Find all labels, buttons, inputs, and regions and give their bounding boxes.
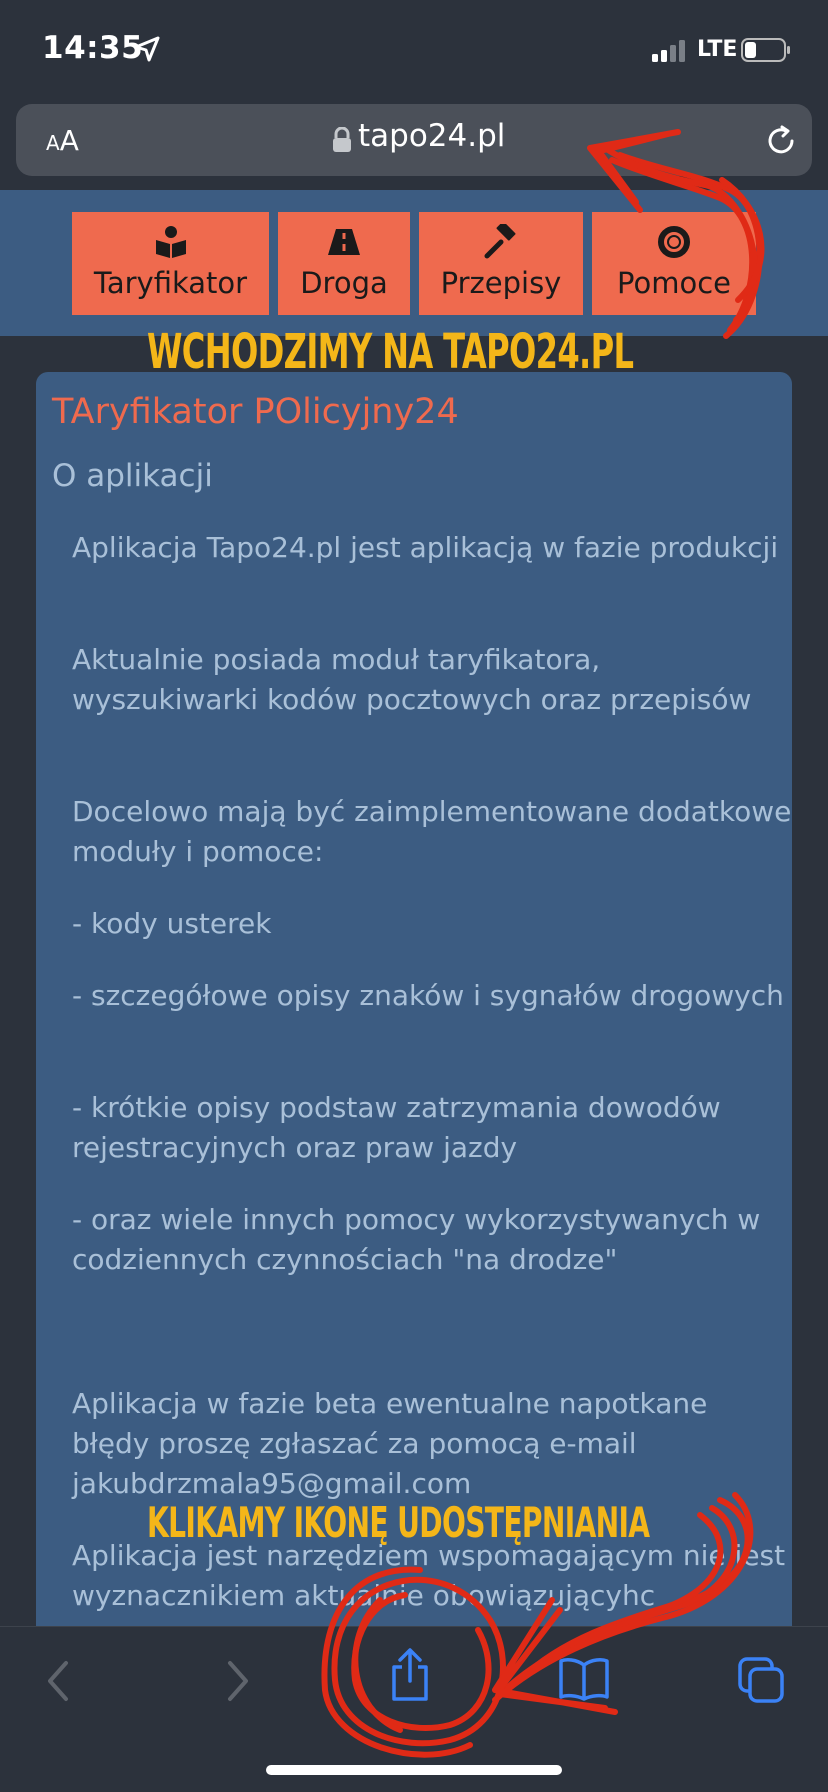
paragraph: Aplikacja w fazie beta ewentualne napotk…	[72, 1387, 708, 1500]
text-size-button[interactable]: AA	[46, 124, 79, 157]
reload-icon[interactable]	[764, 124, 798, 158]
card-subtitle: O aplikacji	[52, 458, 213, 494]
paragraph: Aplikacja jest narzędziem wspomagającym …	[72, 1539, 786, 1612]
annotation-bottom: KLIKAMY IKONĘ UDOSTĘPNIANIA	[147, 1498, 650, 1547]
card-title: TAryfikator POlicyjny24	[52, 392, 459, 432]
paragraph: Aplikacja Tapo24.pl jest aplikacją w faz…	[72, 531, 779, 564]
nav-label: Taryfikator	[93, 266, 248, 300]
book-reader-icon	[155, 226, 186, 258]
paragraph: - krótkie opisy podstaw zatrzymania dowo…	[72, 1091, 721, 1164]
nav-label: Przepisy	[440, 266, 562, 300]
gavel-icon	[484, 224, 516, 259]
site-navigation: Taryfikator Droga Przepisy Pomoce	[0, 190, 828, 336]
nav-button-przepisy[interactable]: Przepisy	[419, 212, 583, 315]
paragraph: - oraz wiele innych pomocy wykorzystywan…	[72, 1203, 761, 1276]
nav-label: Pomoce	[617, 266, 731, 300]
location-arrow-icon	[134, 36, 160, 62]
url-text[interactable]: tapo24.pl	[358, 118, 505, 154]
home-indicator	[266, 1765, 562, 1775]
tabs-icon[interactable]	[736, 1655, 786, 1705]
bookmarks-icon[interactable]	[558, 1657, 610, 1701]
paragraph: Aktualnie posiada moduł taryfikatora, wy…	[72, 643, 752, 716]
annotation-top: WCHODZIMY NA TAPO24.PL	[147, 324, 634, 380]
status-bar: 14:35 LTE	[0, 0, 828, 100]
forward-icon[interactable]	[222, 1659, 252, 1703]
signal-bars-icon	[652, 38, 688, 62]
address-bar[interactable]: AA tapo24.pl	[16, 104, 812, 176]
paragraph: - kody usterek	[72, 907, 272, 940]
lock-icon	[333, 127, 351, 152]
paragraph: Docelowo mają być zaimplementowane dodat…	[72, 795, 792, 868]
nav-label: Droga	[300, 266, 388, 300]
battery-icon	[741, 38, 790, 62]
nav-button-droga[interactable]: Droga	[278, 212, 410, 315]
share-icon[interactable]	[388, 1647, 432, 1703]
nav-button-taryfikator[interactable]: Taryfikator	[72, 212, 269, 315]
life-ring-icon	[658, 226, 690, 258]
road-icon	[328, 229, 360, 255]
back-icon[interactable]	[44, 1659, 74, 1703]
paragraph: - szczegółowe opisy znaków i sygnałów dr…	[72, 979, 784, 1012]
status-time: 14:35	[42, 30, 144, 66]
about-card: TAryfikator POlicyjny24 O aplikacji Apli…	[36, 372, 792, 1632]
network-type: LTE	[697, 37, 738, 62]
nav-button-pomoce[interactable]: Pomoce	[592, 212, 756, 315]
